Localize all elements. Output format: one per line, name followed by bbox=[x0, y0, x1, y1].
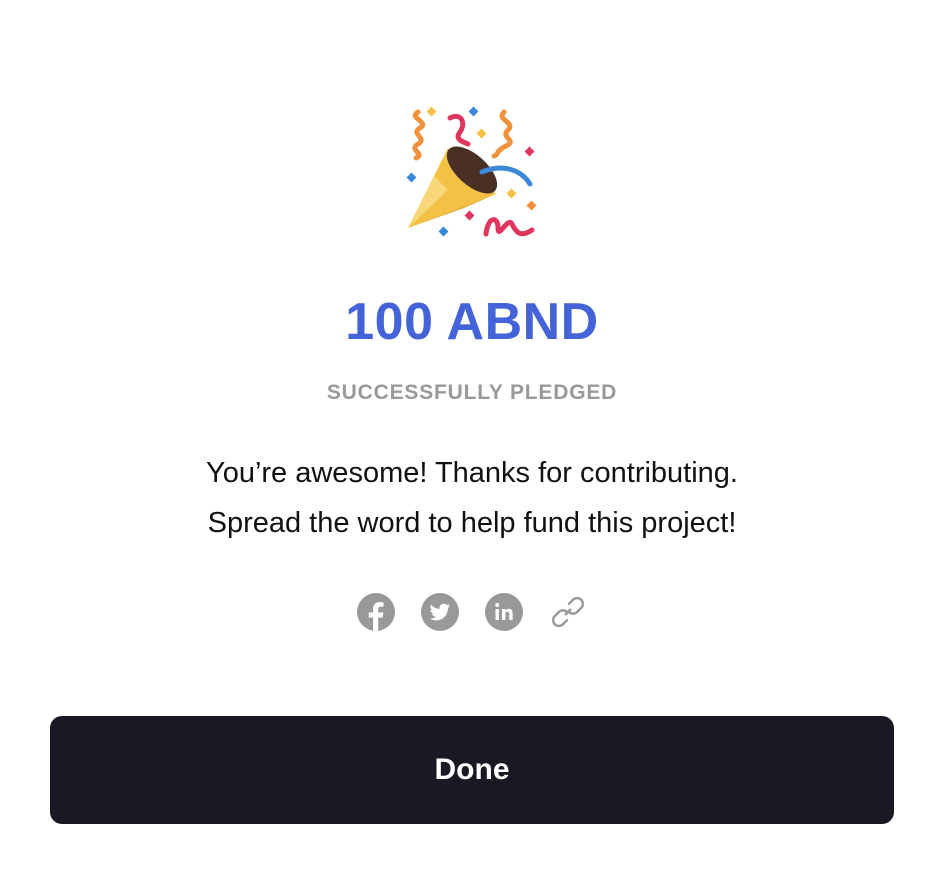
thank-you-message: You’re awesome! Thanks for contributing.… bbox=[0, 448, 944, 548]
done-button[interactable]: Done bbox=[50, 716, 894, 824]
message-line-2: Spread the word to help fund this projec… bbox=[207, 507, 737, 539]
facebook-icon bbox=[357, 593, 395, 631]
share-facebook-button[interactable] bbox=[356, 592, 396, 632]
share-linkedin-button[interactable] bbox=[484, 592, 524, 632]
link-icon bbox=[551, 596, 585, 628]
party-popper-icon bbox=[404, 104, 540, 240]
message-line-1: You’re awesome! Thanks for contributing. bbox=[206, 457, 738, 489]
pledge-amount: 100 ABND bbox=[345, 293, 599, 351]
share-twitter-button[interactable] bbox=[420, 592, 460, 632]
pledge-status: SUCCESSFULLY PLEDGED bbox=[326, 381, 618, 404]
linkedin-icon bbox=[485, 593, 523, 631]
pledge-success-dialog: 100 ABND SUCCESSFULLY PLEDGED You’re awe… bbox=[0, 0, 944, 876]
twitter-icon bbox=[421, 593, 459, 631]
share-buttons bbox=[0, 590, 944, 634]
copy-link-button[interactable] bbox=[548, 592, 588, 632]
